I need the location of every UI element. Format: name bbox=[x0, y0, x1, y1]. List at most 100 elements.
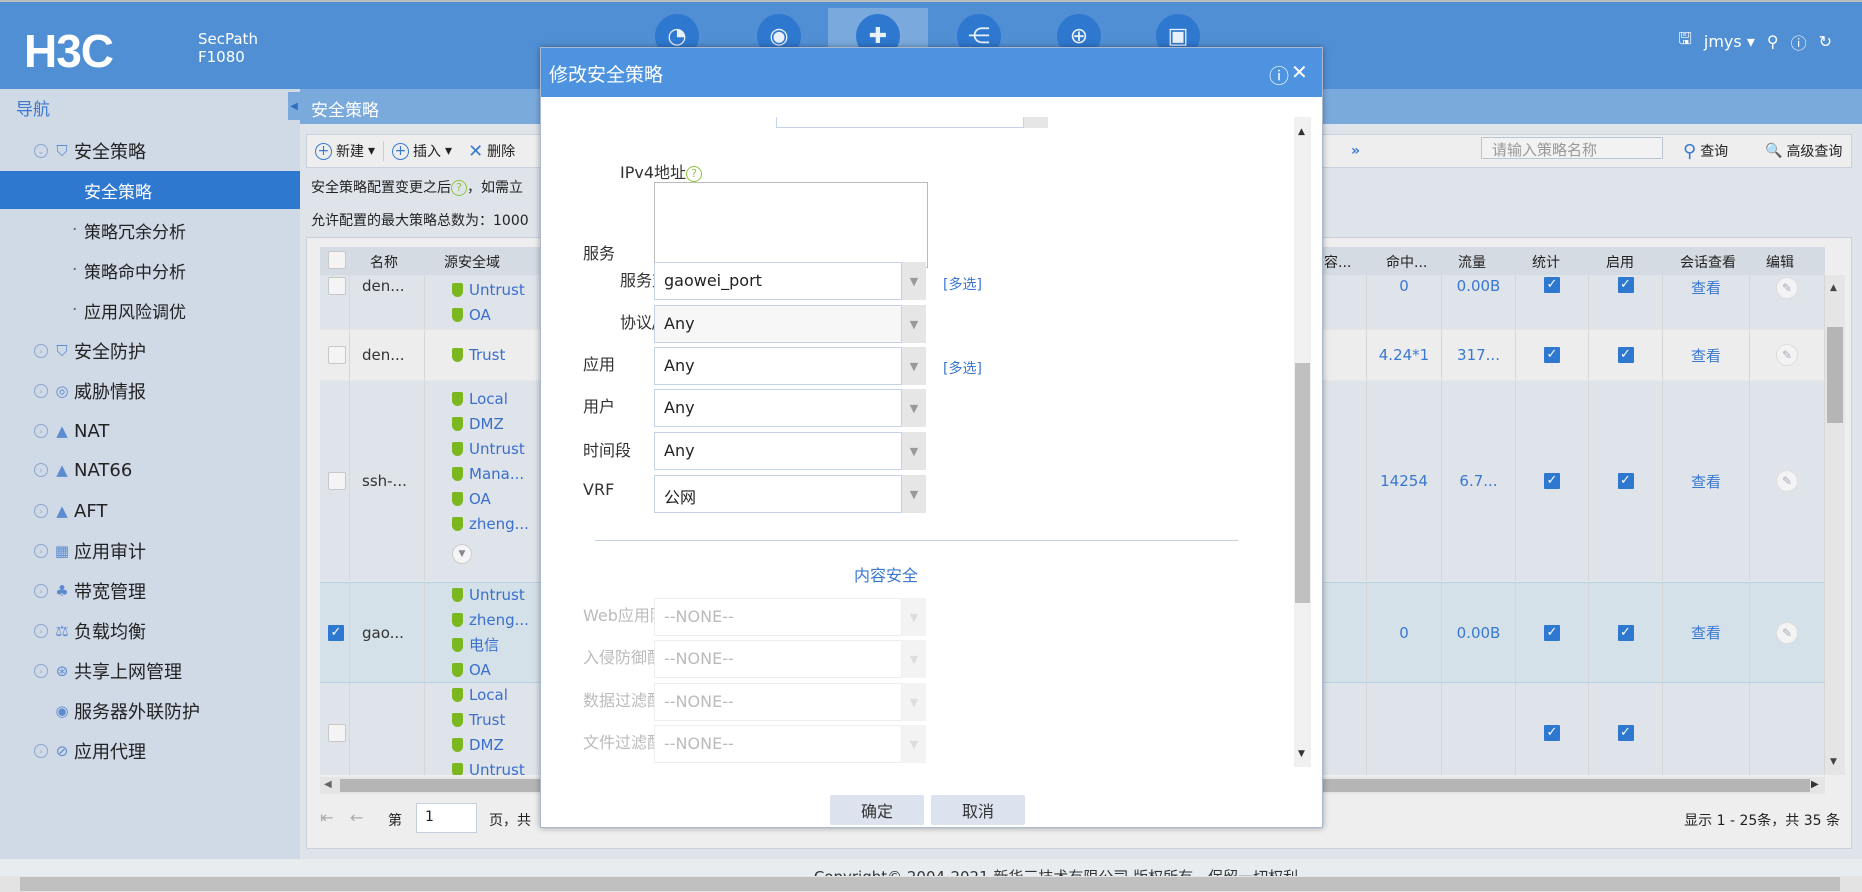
row-checkbox[interactable] bbox=[328, 346, 346, 364]
dialog-scrollbar[interactable]: ▲ ▼ bbox=[1294, 117, 1311, 767]
col-enable[interactable]: 启用 bbox=[1606, 252, 1634, 272]
more-button[interactable]: » bbox=[1343, 143, 1368, 159]
scroll-thumb[interactable] bbox=[20, 877, 1840, 891]
collapse-sidebar-button[interactable]: ◀ bbox=[288, 92, 300, 120]
service-multi-select-link[interactable]: [多选] bbox=[943, 274, 982, 294]
enable-checkbox[interactable]: ✓ bbox=[1617, 277, 1634, 293]
collapse-icon[interactable]: ⌄ bbox=[34, 144, 48, 158]
help-icon[interactable]: ⓘ bbox=[1791, 30, 1807, 54]
enable-checkbox[interactable]: ✓ bbox=[1617, 724, 1634, 741]
vrf-select[interactable]: 公网 bbox=[654, 475, 902, 513]
sidebar-item[interactable]: › ⊛ 共享上网管理 bbox=[0, 652, 300, 690]
stats-checkbox[interactable]: ✓ bbox=[1544, 624, 1560, 641]
stats-checkbox[interactable]: ✓ bbox=[1544, 277, 1560, 293]
sidebar-item[interactable]: › ⚖ 负载均衡 bbox=[0, 612, 300, 650]
policy-search-input[interactable]: 请输入策略名称 bbox=[1481, 137, 1663, 159]
chevron-down-icon[interactable]: ▼ bbox=[902, 305, 926, 343]
file-filter-profile-select[interactable]: --NONE-- bbox=[654, 725, 902, 763]
policy-name[interactable]: gao... bbox=[362, 624, 404, 642]
new-button[interactable]: + 新建 ▾ bbox=[307, 141, 383, 161]
sidebar-item[interactable]: › ▲ NAT66 bbox=[0, 451, 300, 489]
sidebar-item[interactable]: · 应用风险调优 bbox=[0, 291, 300, 329]
enable-checkbox[interactable]: ✓ bbox=[1617, 473, 1634, 489]
sidebar-item[interactable]: › ▦ 应用审计 bbox=[0, 532, 300, 570]
expand-icon[interactable]: › bbox=[34, 384, 48, 398]
dropdown-arrow[interactable] bbox=[1024, 117, 1048, 128]
help-icon[interactable]: ? bbox=[451, 180, 467, 196]
policy-name[interactable]: ssh-... bbox=[362, 472, 407, 490]
waf-profile-select[interactable]: --NONE-- bbox=[654, 598, 902, 636]
sidebar-item[interactable]: · 策略冗余分析 bbox=[0, 211, 300, 249]
sidebar-item[interactable]: › ⊘ 应用代理 bbox=[0, 732, 300, 770]
expand-icon[interactable]: › bbox=[34, 584, 48, 598]
row-checkbox[interactable] bbox=[328, 472, 346, 490]
session-view-link[interactable]: 查看 bbox=[1691, 471, 1721, 492]
cancel-button[interactable]: 取消 bbox=[931, 795, 1025, 825]
expand-more-icon[interactable]: ▼ bbox=[452, 544, 472, 564]
tab-security-policy[interactable]: 安全策略 bbox=[311, 96, 379, 121]
chevron-down-icon[interactable]: ▼ bbox=[902, 475, 926, 513]
sidebar-item[interactable]: · 策略命中分析 bbox=[0, 251, 300, 289]
scroll-thumb[interactable] bbox=[1827, 327, 1843, 423]
session-view-link[interactable]: 查看 bbox=[1691, 345, 1721, 366]
app-select[interactable]: Any bbox=[654, 347, 902, 385]
data-filter-profile-select[interactable]: --NONE-- bbox=[654, 683, 902, 721]
sidebar-item[interactable]: › ♣ 带宽管理 bbox=[0, 572, 300, 610]
sidebar-item[interactable]: › ◎ 威胁情报 bbox=[0, 372, 300, 410]
table-vertical-scrollbar[interactable]: ▲ ▼ bbox=[1825, 275, 1845, 775]
expand-icon[interactable]: › bbox=[34, 744, 48, 758]
app-multi-select-link[interactable]: [多选] bbox=[943, 358, 982, 378]
user-select[interactable]: Any bbox=[654, 389, 902, 427]
row-checkbox[interactable]: ✓ bbox=[328, 624, 344, 641]
chevron-down-icon[interactable]: ▼ bbox=[902, 262, 926, 300]
ipv4-textarea[interactable] bbox=[654, 182, 928, 268]
edit-icon[interactable]: ✎ bbox=[1776, 344, 1798, 366]
chevron-down-icon[interactable]: ▼ bbox=[902, 389, 926, 427]
protocol-select[interactable]: Any bbox=[654, 305, 902, 343]
user-menu[interactable]: jmys ▾ bbox=[1704, 32, 1755, 51]
col-edit[interactable]: 编辑 bbox=[1766, 252, 1794, 272]
enable-checkbox[interactable]: ✓ bbox=[1617, 624, 1634, 641]
insert-button[interactable]: + 插入 ▾ bbox=[384, 141, 460, 161]
edit-icon[interactable]: ✎ bbox=[1776, 470, 1798, 492]
expand-icon[interactable]: › bbox=[34, 424, 48, 438]
enable-checkbox[interactable]: ✓ bbox=[1617, 347, 1634, 363]
session-view-link[interactable]: 查看 bbox=[1691, 622, 1721, 643]
row-checkbox[interactable] bbox=[328, 277, 346, 295]
sidebar-item[interactable]: › ▲ NAT bbox=[0, 412, 300, 450]
col-session[interactable]: 会话查看 bbox=[1680, 252, 1736, 272]
chevron-down-icon[interactable]: ▼ bbox=[902, 347, 926, 385]
sidebar-item[interactable]: ◉ 服务器外联防护 bbox=[0, 692, 300, 730]
expand-icon[interactable]: › bbox=[34, 664, 48, 678]
close-icon[interactable]: ✕ bbox=[1291, 60, 1308, 84]
prev-page-icon[interactable]: ← bbox=[350, 808, 363, 827]
policy-name[interactable]: den... bbox=[362, 277, 405, 295]
time-range-select[interactable]: Any bbox=[654, 432, 902, 470]
sidebar-item[interactable]: ⌄ ⛉ 安全策略 bbox=[0, 132, 300, 170]
expand-icon[interactable]: › bbox=[34, 463, 48, 477]
edit-icon[interactable]: ✎ bbox=[1776, 621, 1798, 644]
chevron-down-icon[interactable]: ▼ bbox=[902, 432, 926, 470]
sidebar-item[interactable]: › ▲ AFT bbox=[0, 492, 300, 530]
page-horizontal-scrollbar[interactable] bbox=[0, 876, 1862, 892]
policy-name[interactable]: den... bbox=[362, 346, 405, 364]
row-checkbox[interactable] bbox=[328, 723, 346, 742]
advanced-query-button[interactable]: 🔍 高级查询 bbox=[1757, 141, 1850, 161]
col-traffic[interactable]: 流量 bbox=[1458, 252, 1486, 272]
service-group-select[interactable]: gaowei_port bbox=[654, 262, 902, 300]
scroll-thumb[interactable] bbox=[1295, 363, 1310, 603]
page-input[interactable]: 1 bbox=[416, 803, 477, 833]
expand-icon[interactable]: › bbox=[34, 344, 48, 358]
sidebar-item[interactable]: › ⛉ 安全防护 bbox=[0, 332, 300, 370]
delete-button[interactable]: ✕ 删除 bbox=[460, 141, 523, 162]
logout-icon[interactable]: ↻ bbox=[1819, 32, 1832, 51]
col-src-zone[interactable]: 源安全域 bbox=[444, 252, 500, 272]
session-view-link[interactable]: 查看 bbox=[1691, 277, 1721, 298]
sidebar-item[interactable]: 安全策略 bbox=[0, 171, 300, 209]
first-page-icon[interactable]: ⇤ bbox=[320, 808, 333, 827]
ips-profile-select[interactable]: --NONE-- bbox=[654, 640, 902, 678]
search-icon[interactable]: ⚲ bbox=[1767, 32, 1779, 51]
help-icon[interactable]: ? bbox=[686, 165, 703, 182]
expand-icon[interactable]: › bbox=[34, 504, 48, 518]
expand-icon[interactable]: › bbox=[34, 544, 48, 558]
